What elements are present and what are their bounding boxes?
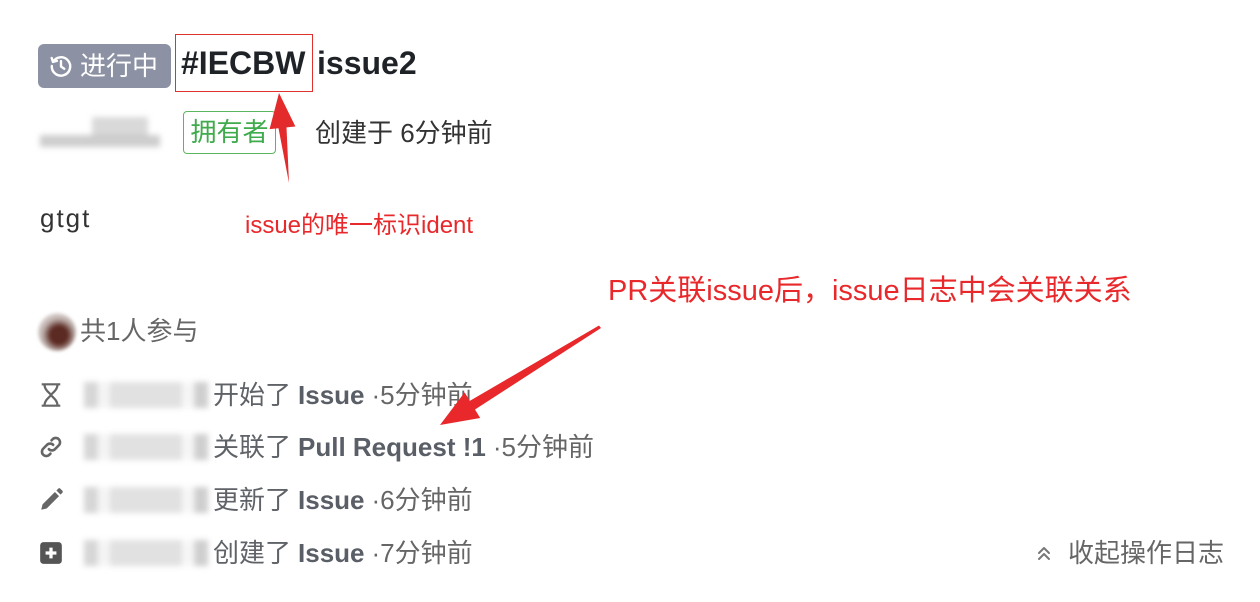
log-action: 关联了 [213, 432, 292, 462]
author-name-redacted[interactable] [28, 114, 164, 152]
ident-highlight-box [175, 34, 313, 92]
status-badge: 进行中 [38, 44, 171, 88]
log-time: ·6分钟前 [371, 485, 473, 515]
activity-log-item: 创建了 Issue ·7分钟前 [0, 538, 620, 568]
issue-title: issue2 [317, 45, 417, 81]
log-text: 更新了 Issue ·6分钟前 [213, 485, 473, 515]
redaction-blur [92, 117, 148, 137]
log-text: 创建了 Issue ·7分钟前 [213, 538, 473, 568]
actor-name-redacted[interactable] [84, 487, 208, 513]
in-progress-icon [48, 53, 74, 79]
collapse-log-label: 收起操作日志 [1068, 538, 1225, 568]
pr-link-annotation-arrow [440, 325, 601, 425]
link-icon [38, 434, 64, 460]
status-label: 进行中 [80, 51, 159, 81]
log-time: ·5分钟前 [492, 432, 594, 462]
hourglass-icon [38, 382, 64, 408]
log-text: 开始了 Issue ·5分钟前 [213, 380, 473, 410]
log-action: 开始了 [213, 380, 292, 410]
redaction-blur [40, 135, 160, 147]
log-time: ·7分钟前 [371, 538, 473, 568]
log-time: ·5分钟前 [371, 380, 473, 410]
log-target-link[interactable]: Issue [298, 380, 365, 410]
log-target-link[interactable]: Issue [298, 538, 365, 568]
issue-detail-page: 进行中 #IECBW issue2 拥有者 创建于 6分钟前 gtgt issu… [0, 0, 1260, 602]
activity-log-item: 关联了 Pull Request !1·5分钟前 [0, 432, 620, 462]
log-text: 关联了 Pull Request !1·5分钟前 [213, 432, 594, 462]
participant-avatar[interactable] [38, 313, 76, 351]
double-chevron-up-icon [1034, 543, 1054, 563]
pencil-icon [38, 487, 64, 513]
created-time: 创建于 6分钟前 [315, 118, 493, 148]
issue-description: gtgt [40, 203, 92, 233]
collapse-log-button[interactable]: 收起操作日志 [1032, 538, 1232, 568]
actor-name-redacted[interactable] [84, 434, 208, 460]
log-action: 创建了 [213, 538, 292, 568]
ident-annotation-note: issue的唯一标识ident [245, 212, 474, 239]
participants: 共1人参与 [38, 313, 238, 351]
activity-log-item: 更新了 Issue ·6分钟前 [0, 485, 620, 515]
pr-link-annotation-note: PR关联issue后，issue日志中会关联关系 [608, 275, 1132, 307]
log-action: 更新了 [213, 485, 292, 515]
participants-count: 共1人参与 [80, 316, 199, 346]
activity-log-item: 开始了 Issue ·5分钟前 [0, 380, 620, 410]
owner-role-tag: 拥有者 [183, 111, 276, 154]
log-target-link[interactable]: Issue [298, 485, 365, 515]
pull-request-link[interactable]: Pull Request !1 [298, 432, 486, 462]
actor-name-redacted[interactable] [84, 382, 208, 408]
plus-square-icon [38, 540, 64, 566]
actor-name-redacted[interactable] [84, 540, 208, 566]
